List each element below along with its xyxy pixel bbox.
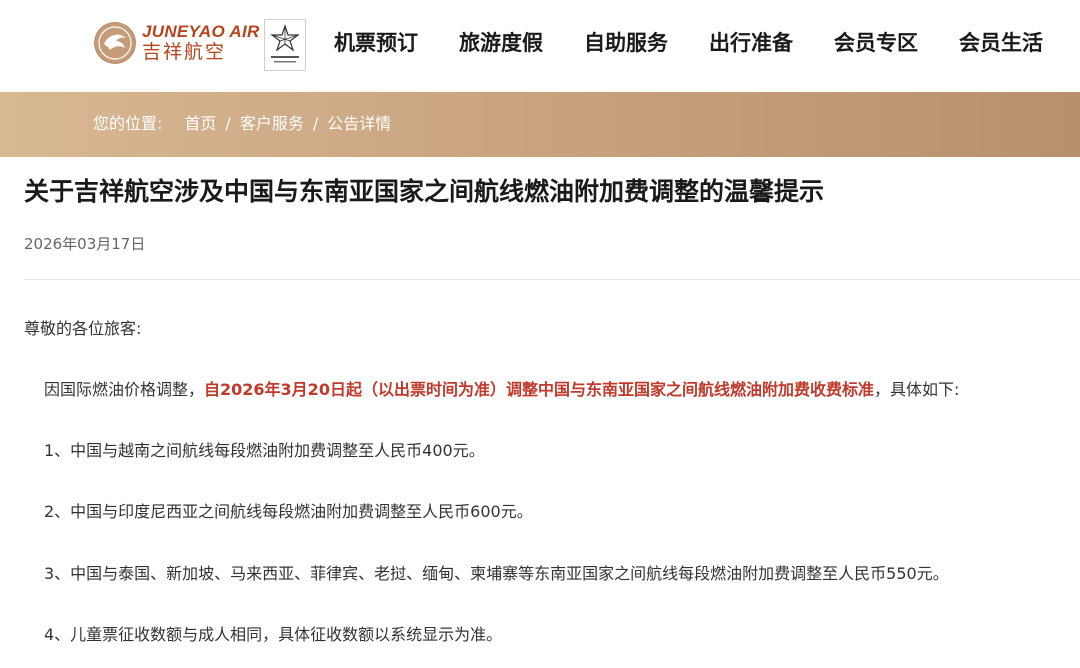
breadcrumb-customer-service[interactable]: 客户服务 (240, 114, 304, 134)
list-item-southeast-asia: 3、中国与泰国、新加坡、马来西亚、菲律宾、老挝、缅甸、柬埔寨等东南亚国家之间航线… (44, 564, 949, 583)
brand-name-cn: 吉祥航空 (142, 41, 227, 63)
main-nav: 机票预订 旅游度假 自助服务 出行准备 会员专区 会员生活 (334, 30, 1080, 56)
publish-date: 2026年03月17日 (24, 235, 146, 253)
list-item-vietnam: 1、中国与越南之间航线每段燃油附加费调整至人民币400元。 (44, 441, 485, 460)
list-item-indonesia: 2、中国与印度尼西亚之间航线每段燃油附加费调整至人民币600元。 (44, 502, 533, 521)
juneyao-logo[interactable]: JUNEYAO AIR 吉祥航空 (94, 22, 260, 64)
brand-name-en: JUNEYAO AIR (142, 22, 260, 41)
nav-item-member-life[interactable]: 会员生活 (959, 30, 1043, 56)
intro-highlight: 自2026年3月20日起（以出票时间为准）调整中国与东南亚国家之间航线燃油附加费… (204, 380, 874, 399)
intro-paragraph: 因国际燃油价格调整，自2026年3月20日起（以出票时间为准）调整中国与东南亚国… (44, 379, 959, 401)
nav-item-travel-holidays[interactable]: 旅游度假 (459, 30, 543, 56)
breadcrumb-separator: / (225, 114, 231, 133)
intro-prefix: 因国际燃油价格调整， (44, 380, 205, 399)
nav-item-ticket-booking[interactable]: 机票预订 (334, 30, 418, 56)
breadcrumb-home[interactable]: 首页 (184, 114, 216, 134)
site-header: JUNEYAO AIR 吉祥航空 机票预订 旅游度假 自助服务 出行准备 会员专… (0, 0, 1080, 92)
breadcrumb-notice-detail[interactable]: 公告详情 (327, 114, 391, 134)
nav-item-travel-prep[interactable]: 出行准备 (709, 30, 793, 56)
divider (24, 279, 1080, 280)
breadcrumb-separator: / (312, 114, 319, 133)
list-item-child-ticket: 4、儿童票征收数额与成人相同，具体征收数额以系统显示为准。 (44, 625, 503, 644)
nav-item-self-service[interactable]: 自助服务 (584, 30, 668, 56)
breadcrumb-band: 您的位置: 首页 / 客户服务 / 公告详情 (0, 92, 1080, 157)
logo-text: JUNEYAO AIR 吉祥航空 (142, 22, 260, 64)
nav-item-member-zone[interactable]: 会员专区 (834, 30, 918, 56)
phoenix-emblem-icon (94, 22, 136, 64)
intro-suffix: ，具体如下: (873, 380, 960, 399)
breadcrumb-label: 您的位置: (93, 114, 163, 133)
star-alliance-icon[interactable] (264, 19, 306, 71)
breadcrumb: 您的位置: 首页 / 客户服务 / 公告详情 (93, 114, 391, 134)
page-title: 关于吉祥航空涉及中国与东南亚国家之间航线燃油附加费调整的温馨提示 (24, 177, 825, 206)
greeting: 尊敬的各位旅客: (24, 319, 142, 338)
